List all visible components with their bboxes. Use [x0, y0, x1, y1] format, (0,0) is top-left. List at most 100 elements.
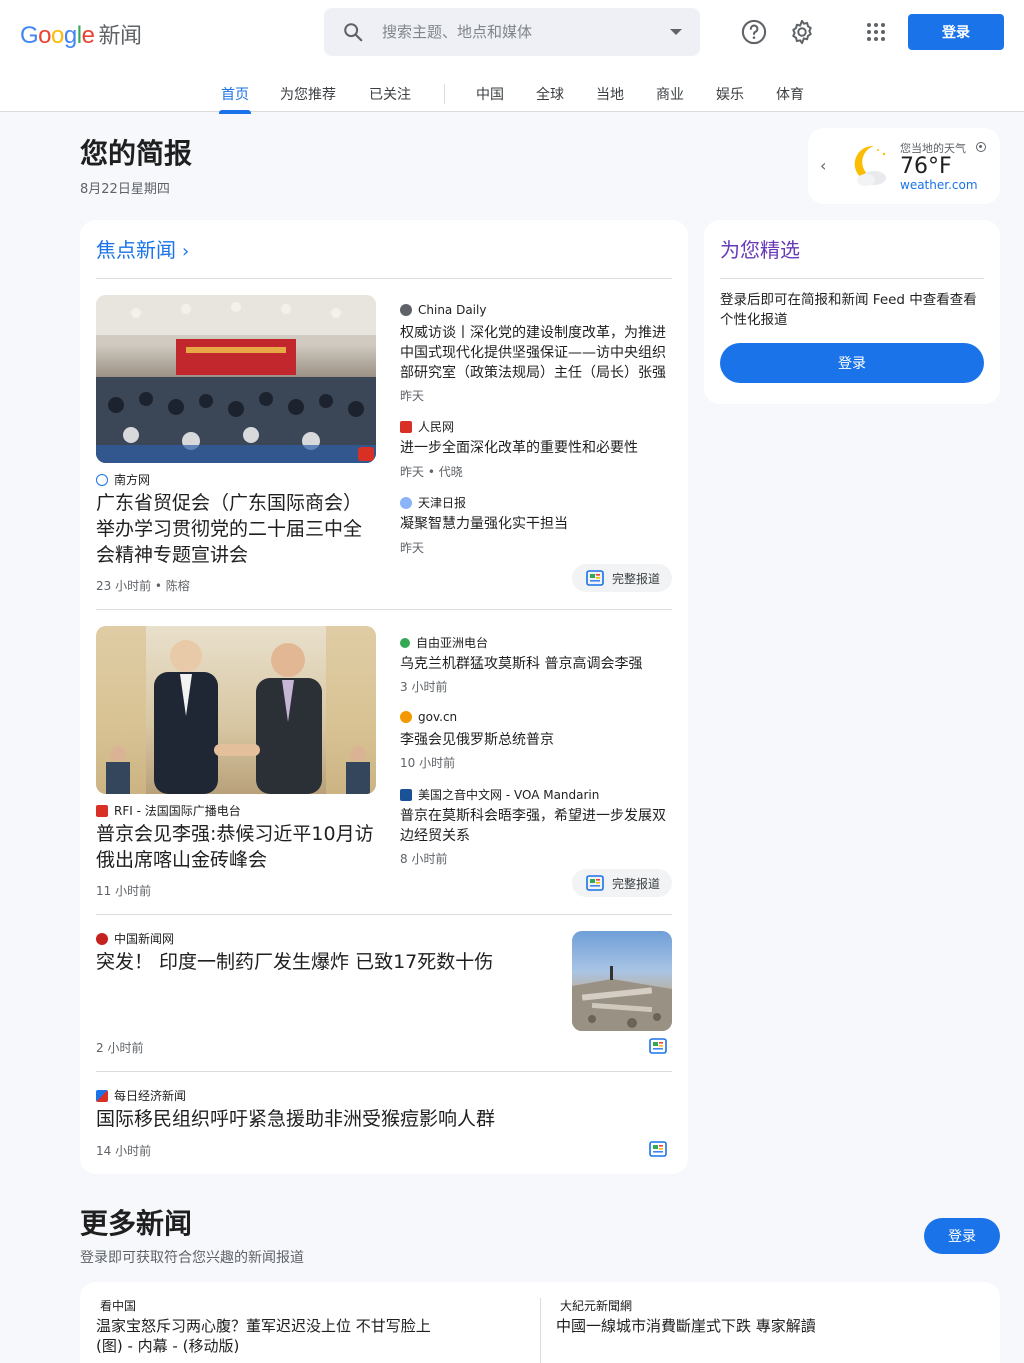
top-stories-card: 焦点新闻 › 南方网 广东省贸促会（广东国际商会）举办学习贯彻党的二十届三中全会精… — [80, 220, 688, 1174]
section-tabs: 首页 为您推荐 已关注 中国 全球 当地 商业 娱乐 体育 — [0, 84, 1024, 114]
full-coverage-label: 完整报道 — [612, 571, 661, 586]
tab-sports[interactable]: 体育 — [776, 84, 804, 104]
search-bar[interactable] — [324, 8, 700, 56]
tab-following[interactable]: 已关注 — [369, 84, 411, 104]
related-headline[interactable]: 李强会见俄罗斯总统普京 — [400, 730, 670, 750]
picks-description: 登录后即可在简报和新闻 Feed 中查看查看个性化报道 — [720, 292, 977, 328]
related-headline[interactable]: 普京在莫斯科会晤李强，希望进一步发展双边经贸关系 — [400, 806, 670, 846]
chinanews-favicon-icon — [96, 932, 108, 945]
search-icon[interactable] — [342, 21, 364, 43]
location-icon — [976, 142, 986, 152]
chevron-right-icon: › — [182, 241, 190, 262]
story-thumbnail-explosion[interactable] — [572, 931, 672, 1031]
tab-business[interactable]: 商业 — [656, 84, 684, 104]
story-source: 看中国 — [100, 1297, 136, 1314]
apps-grid-icon[interactable] — [864, 20, 888, 44]
story-meta: 23 小时前 • 陈榕 — [96, 579, 190, 593]
source-name: 自由亚洲电台 — [416, 636, 489, 650]
header-login-button[interactable]: 登录 — [908, 14, 1004, 50]
story-meta: 14 小时前 — [96, 1144, 152, 1158]
source-name: 人民网 — [418, 420, 455, 434]
logo-letter: o — [38, 22, 52, 49]
top-stories-heading[interactable]: 焦点新闻 › — [96, 234, 189, 263]
related-meta: 昨天 — [400, 389, 425, 403]
tab-entertainment[interactable]: 娱乐 — [716, 84, 744, 104]
handshake-picture — [96, 626, 376, 794]
source-name: China Daily — [418, 303, 487, 317]
story-image-conference[interactable] — [96, 295, 376, 463]
tab-home[interactable]: 首页 — [219, 84, 251, 114]
divider — [96, 609, 672, 610]
story-meta: 11 小时前 — [96, 884, 152, 898]
full-coverage-icon — [586, 570, 604, 586]
peoples-daily-favicon-icon — [400, 420, 412, 433]
divider — [720, 278, 984, 279]
full-coverage-icon — [586, 875, 604, 891]
rfi-favicon-icon — [96, 804, 108, 817]
nbd-favicon-icon — [96, 1089, 108, 1102]
more-news-title: 更多新闻 — [80, 1207, 193, 1240]
related-source: 美国之音中文网 - VOA Mandarin — [400, 786, 599, 803]
story-headline[interactable]: 普京会见李强:恭候习近平10月访俄出席喀山金砖峰会 — [96, 821, 380, 873]
search-input[interactable] — [382, 20, 652, 44]
story-source: 南方网 — [96, 471, 150, 488]
tab-for-you[interactable]: 为您推荐 — [280, 84, 336, 104]
full-coverage-icon[interactable] — [649, 1038, 667, 1054]
help-icon[interactable] — [740, 18, 768, 46]
source-name: 大紀元新聞網 — [560, 1299, 633, 1313]
weather-widget[interactable]: ‹ 您当地的天气 76°F weather.com — [808, 128, 1000, 204]
briefing-date: 8月22日星期四 — [80, 182, 170, 197]
related-headline[interactable]: 进一步全面深化改革的重要性和必要性 — [400, 438, 670, 458]
tabs-divider — [444, 84, 445, 104]
google-news-logo[interactable]: Google 新闻 — [20, 18, 142, 50]
full-coverage-button[interactable]: 完整报道 — [572, 869, 673, 897]
related-headline[interactable]: 乌克兰机群猛攻莫斯科 普京高调会李强 — [400, 654, 670, 674]
gov-cn-favicon-icon — [400, 711, 412, 723]
briefing-title: 您的简报 — [80, 137, 193, 170]
related-source: 人民网 — [400, 418, 454, 435]
related-meta: 8 小时前 — [400, 852, 448, 866]
story-headline[interactable]: 广东省贸促会（广东国际商会）举办学习贯彻党的二十届三中全会精神专题宣讲会 — [96, 490, 380, 568]
voa-favicon-icon — [400, 788, 412, 801]
tab-world[interactable]: 全球 — [536, 84, 564, 104]
related-source: 自由亚洲电台 — [400, 634, 488, 651]
logo-letter: G — [20, 22, 39, 49]
source-name: 天津日报 — [418, 496, 467, 510]
story-source: 大紀元新聞網 — [560, 1297, 632, 1314]
china-daily-favicon-icon — [400, 304, 412, 316]
story-headline[interactable]: 中國一線城市消費斷崖式下跌 專家解讀 — [556, 1316, 976, 1336]
weather-source-link[interactable]: weather.com — [900, 178, 978, 192]
related-meta: 昨天 • 代晓 — [400, 465, 463, 479]
moon-cloud-weather-icon — [854, 145, 886, 186]
conference-hall-picture — [96, 295, 376, 463]
divider — [96, 278, 672, 279]
full-coverage-button[interactable]: 完整报道 — [572, 564, 673, 592]
story-source: 每日经济新闻 — [96, 1087, 186, 1104]
settings-gear-icon[interactable] — [788, 18, 816, 46]
weather-temperature: 76°F — [900, 154, 952, 179]
story-image-handshake[interactable] — [96, 626, 376, 794]
more-news-subtitle: 登录即可获取符合您兴趣的新闻报道 — [80, 1250, 304, 1266]
more-news-card: 看中国 温家宝怒斥习两心腹？董军迟迟没上位 不甘写脸上(图) - 内幕 - (移… — [80, 1282, 1000, 1363]
divider — [96, 914, 672, 915]
chevron-left-icon[interactable]: ‹ — [820, 156, 826, 175]
full-coverage-label: 完整报道 — [612, 876, 661, 891]
search-dropdown-icon[interactable] — [670, 29, 682, 35]
logo-letter: g — [63, 22, 77, 49]
tab-china[interactable]: 中国 — [476, 84, 504, 104]
story-headline[interactable]: 温家宝怒斥习两心腹？董军迟迟没上位 不甘写脸上(图) - 内幕 - (移动版) — [96, 1316, 446, 1356]
source-name: 每日经济新闻 — [114, 1089, 187, 1103]
related-headline[interactable]: 凝聚智慧力量强化实干担当 — [400, 514, 670, 534]
collapsed-building-picture — [572, 966, 672, 1031]
full-coverage-icon[interactable] — [649, 1141, 667, 1157]
story-headline[interactable]: 突发！ 印度一制药厂发生爆炸 已致17死数十伤 — [96, 949, 546, 975]
more-news-login-button[interactable]: 登录 — [924, 1218, 1000, 1254]
rfa-favicon-icon — [400, 637, 410, 648]
source-name: 看中国 — [100, 1299, 137, 1313]
picks-login-button[interactable]: 登录 — [720, 343, 984, 383]
story-meta: 2 小时前 — [96, 1041, 144, 1055]
story-headline[interactable]: 国际移民组织呼吁紧急援助非洲受猴痘影响人群 — [96, 1106, 656, 1132]
related-headline[interactable]: 权威访谈丨深化党的建设制度改革，为推进中国式现代化提供坚强保证——访中央组织部研… — [400, 323, 670, 383]
story-source: RFI - 法国国际广播电台 — [96, 802, 241, 819]
tab-local[interactable]: 当地 — [596, 84, 624, 104]
